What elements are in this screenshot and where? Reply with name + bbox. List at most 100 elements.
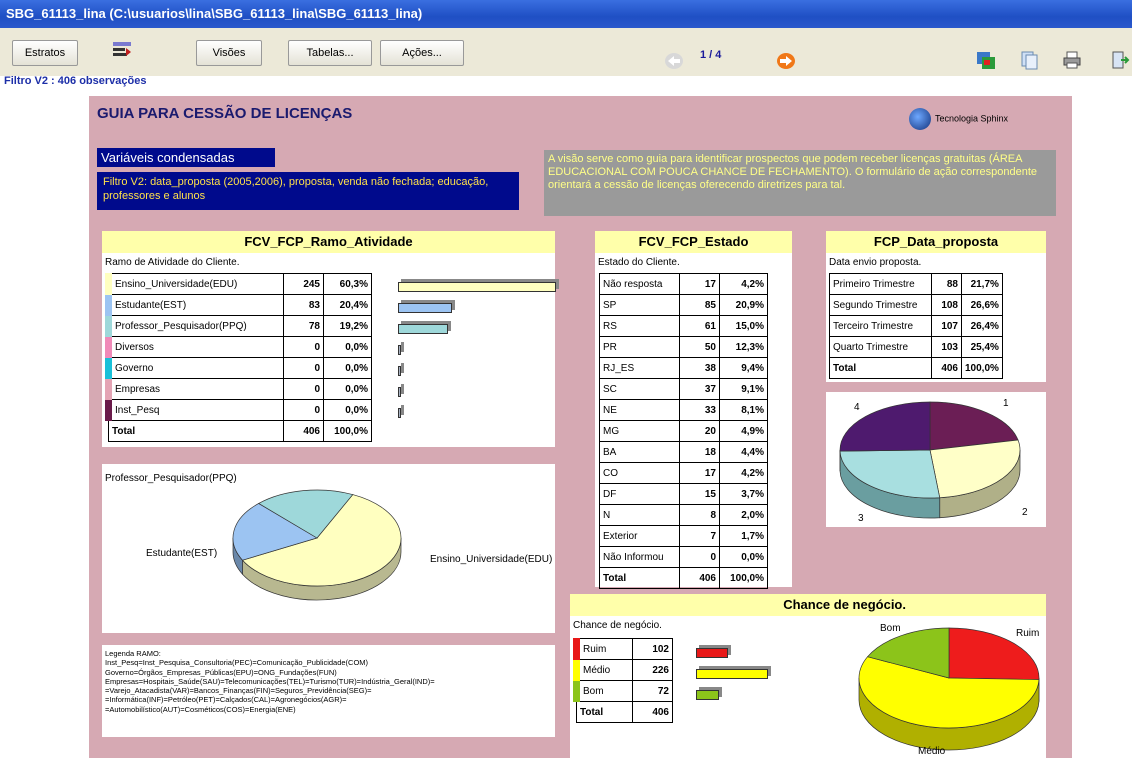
previous-page-icon[interactable] xyxy=(664,52,684,70)
data-proposta-subtitle: Data envio proposta. xyxy=(826,253,1046,272)
acoes-button[interactable]: Ações... xyxy=(380,40,464,66)
total-label: Total xyxy=(577,702,633,723)
ramo-pie-label-edu: Ensino_Universidade(EDU) xyxy=(430,554,552,565)
row-label: Ruim xyxy=(577,639,633,660)
bar-inst-pesq xyxy=(398,408,401,418)
row-count: 15 xyxy=(680,484,720,505)
table-row: N82,0% xyxy=(600,505,768,526)
bar-ensino-universidade-edu- xyxy=(398,282,556,292)
row-count: 72 xyxy=(633,681,673,702)
row-percent: 0,0% xyxy=(720,547,768,568)
row-percent: 9,1% xyxy=(720,379,768,400)
table-row: RJ_ES389,4% xyxy=(600,358,768,379)
total-percent: 100,0% xyxy=(962,358,1003,379)
row-count: 108 xyxy=(932,295,962,316)
row-count: 17 xyxy=(680,463,720,484)
window-title: SBG_61113_lina (C:\usuarios\lina\SBG_611… xyxy=(0,0,1132,28)
row-count: 0 xyxy=(284,400,324,421)
row-percent: 26,6% xyxy=(962,295,1003,316)
table-row: Ruim102 xyxy=(577,639,673,660)
total-percent: 100,0% xyxy=(324,421,372,442)
row-label: SP xyxy=(600,295,680,316)
row-count: 0 xyxy=(284,358,324,379)
print-icon[interactable] xyxy=(1062,50,1082,70)
row-label: BA xyxy=(600,442,680,463)
total-percent: 100,0% xyxy=(720,568,768,589)
row-percent: 12,3% xyxy=(720,337,768,358)
table-row: Ensino_Universidade(EDU)24560,3% xyxy=(109,274,372,295)
exit-icon[interactable] xyxy=(1110,50,1130,70)
row-label: Estudante(EST) xyxy=(109,295,284,316)
row-label: SC xyxy=(600,379,680,400)
row-label: Governo xyxy=(109,358,284,379)
ramo-legend: Legenda RAMO:Inst_Pesq=Inst_Pesquisa_Con… xyxy=(102,645,555,737)
row-count: 8 xyxy=(680,505,720,526)
row-label: Primeiro Trimestre xyxy=(830,274,932,295)
total-label: Total xyxy=(109,421,284,442)
row-label: Professor_Pesquisador(PPQ) xyxy=(109,316,284,337)
table-row: Primeiro Trimestre8821,7% xyxy=(830,274,1003,295)
row-label: Ensino_Universidade(EDU) xyxy=(109,274,284,295)
row-percent: 19,2% xyxy=(324,316,372,337)
dp-pie-label-1: 1 xyxy=(1003,398,1009,409)
bar-estudante-est- xyxy=(398,303,452,313)
row-label: Quarto Trimestre xyxy=(830,337,932,358)
bar-ruim xyxy=(696,648,728,658)
copy-icon[interactable] xyxy=(1020,50,1040,70)
row-label: Exterior xyxy=(600,526,680,547)
table-row: Empresas00,0% xyxy=(109,379,372,400)
ramo-pie-label-ppq: Professor_Pesquisador(PPQ) xyxy=(105,473,237,484)
table-row: SP8520,9% xyxy=(600,295,768,316)
visoes-button[interactable]: Visões xyxy=(196,40,262,66)
data-proposta-pie-chart: 1 2 3 4 xyxy=(826,392,1046,527)
row-label: Inst_Pesq xyxy=(109,400,284,421)
row-count: 37 xyxy=(680,379,720,400)
table-row: PR5012,3% xyxy=(600,337,768,358)
row-label: Bom xyxy=(577,681,633,702)
data-proposta-pie-panel: 1 2 3 4 xyxy=(826,392,1046,527)
table-row: BA184,4% xyxy=(600,442,768,463)
row-label: N xyxy=(600,505,680,526)
dp-pie-label-4: 4 xyxy=(854,402,860,413)
row-percent: 3,7% xyxy=(720,484,768,505)
row-label: Médio xyxy=(577,660,633,681)
table-row: Professor_Pesquisador(PPQ)7819,2% xyxy=(109,316,372,337)
bar-diversos xyxy=(398,345,401,355)
row-count: 61 xyxy=(680,316,720,337)
row-percent: 25,4% xyxy=(962,337,1003,358)
filter-status: Filtro V2 : 406 observações xyxy=(4,75,146,87)
row-percent: 21,7% xyxy=(962,274,1003,295)
table-row: Governo00,0% xyxy=(109,358,372,379)
estratos-button[interactable]: Estratos xyxy=(12,40,78,66)
row-count: 7 xyxy=(680,526,720,547)
tabelas-button[interactable]: Tabelas... xyxy=(288,40,372,66)
table-row: Bom72 xyxy=(577,681,673,702)
row-percent: 0,0% xyxy=(324,379,372,400)
row-percent: 2,0% xyxy=(720,505,768,526)
row-count: 102 xyxy=(633,639,673,660)
table-row: Médio226 xyxy=(577,660,673,681)
chance-panel: Chance de negócio. Chance de negócio. Ru… xyxy=(570,594,1046,758)
row-label: NE xyxy=(600,400,680,421)
row-count: 33 xyxy=(680,400,720,421)
next-page-icon[interactable] xyxy=(776,52,796,70)
legend-line: =Automobilístico(AUT)=Cosméticos(COS)=En… xyxy=(105,705,551,714)
table-row: Inst_Pesq00,0% xyxy=(109,400,372,421)
data-proposta-table: Primeiro Trimestre8821,7%Segundo Trimest… xyxy=(829,273,1003,379)
table-row: Não Informou00,0% xyxy=(600,547,768,568)
export-image-icon[interactable] xyxy=(976,50,996,70)
row-label: Não Informou xyxy=(600,547,680,568)
estado-table: Não resposta174,2%SP8520,9%RS6115,0%PR50… xyxy=(599,273,768,589)
chance-title: Chance de negócio. xyxy=(570,594,1046,616)
total-count: 406 xyxy=(633,702,673,723)
bar-m-dio xyxy=(696,669,768,679)
row-count: 103 xyxy=(932,337,962,358)
ramo-subtitle: Ramo de Atividade do Cliente. xyxy=(102,253,555,272)
layout-icon[interactable] xyxy=(112,40,132,60)
row-percent: 0,0% xyxy=(324,358,372,379)
row-percent: 20,9% xyxy=(720,295,768,316)
legend-line: Inst_Pesq=Inst_Pesquisa_Consultoria(PEC)… xyxy=(105,658,551,667)
row-label: RS xyxy=(600,316,680,337)
row-count: 83 xyxy=(284,295,324,316)
toolbar: Estratos Visões Tabelas... Ações... 1 / … xyxy=(0,28,1132,76)
